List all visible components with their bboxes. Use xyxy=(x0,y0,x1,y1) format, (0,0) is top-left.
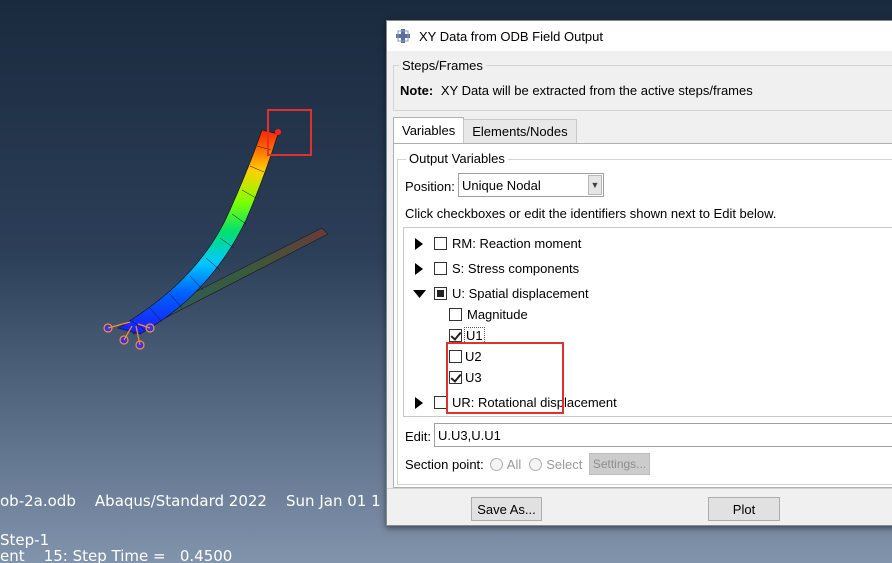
expand-arrow-icon[interactable] xyxy=(414,237,424,251)
section-point-label: Section point: xyxy=(405,456,484,472)
u-checkbox[interactable] xyxy=(434,287,447,300)
output-variables-label: Output Variables xyxy=(406,151,508,166)
u1-checkbox[interactable] xyxy=(449,329,462,342)
edit-field[interactable]: U.U3,U.U1 xyxy=(434,423,892,447)
magnitude-label: Magnitude xyxy=(467,307,528,322)
tree-row-s[interactable]: S: Stress components xyxy=(414,258,579,279)
position-combo[interactable]: Unique Nodal ▼ xyxy=(458,173,604,197)
xy-data-dialog: XY Data from ODB Field Output Steps/Fram… xyxy=(386,20,892,526)
note-text: XY Data will be extracted from the activ… xyxy=(440,83,753,98)
position-label: Position: xyxy=(405,179,455,194)
settings-button[interactable]: Settings... xyxy=(589,453,650,475)
position-value: Unique Nodal xyxy=(462,177,541,193)
plot-button[interactable]: Plot xyxy=(708,497,780,521)
rm-label: RM: Reaction moment xyxy=(452,236,582,251)
u-label: U: Spatial displacement xyxy=(452,286,589,301)
edit-label: Edit: xyxy=(405,429,432,444)
tree-row-magnitude[interactable]: Magnitude xyxy=(449,304,528,325)
tip-highlight-box xyxy=(267,109,312,156)
all-label: All xyxy=(506,456,522,472)
expand-arrow-icon[interactable] xyxy=(414,262,424,276)
increment-label: ent 15: Step Time = 0.4500 xyxy=(0,547,233,563)
rm-checkbox[interactable] xyxy=(434,237,447,250)
s-checkbox[interactable] xyxy=(434,262,447,275)
dialog-titlebar[interactable]: XY Data from ODB Field Output xyxy=(387,21,892,51)
expand-arrow-icon[interactable] xyxy=(414,396,424,410)
abaqus-cross-icon xyxy=(396,29,410,43)
radio-all[interactable] xyxy=(489,457,503,471)
deformed-beam xyxy=(117,129,279,335)
radio-select[interactable] xyxy=(529,457,543,471)
dialog-title: XY Data from ODB Field Output xyxy=(419,28,603,44)
footer-divider xyxy=(387,488,892,489)
note-label: Note: xyxy=(400,83,434,98)
tab-variables[interactable]: Variables xyxy=(393,117,465,143)
tab-bar: Variables Elements/Nodes xyxy=(393,117,577,143)
components-highlight-box xyxy=(446,342,564,414)
variables-tree[interactable]: RM: Reaction moment S: Stress components… xyxy=(403,227,892,417)
u1-label: U1 xyxy=(464,327,485,344)
collapse-arrow-icon[interactable] xyxy=(412,287,426,301)
steps-frames-note: Note: XY Data will be extracted from the… xyxy=(400,83,753,98)
select-label: Select xyxy=(546,456,583,472)
tree-row-u[interactable]: U: Spatial displacement xyxy=(412,283,589,304)
magnitude-checkbox[interactable] xyxy=(449,308,462,321)
instruction-text: Click checkboxes or edit the identifiers… xyxy=(405,206,777,221)
tab-elements-nodes[interactable]: Elements/Nodes xyxy=(463,119,577,143)
tree-row-rm[interactable]: RM: Reaction moment xyxy=(414,233,581,254)
save-as-button[interactable]: Save As... xyxy=(471,497,542,521)
odb-info-line: ob-2a.odb Abaqus/Standard 2022 Sun Jan 0… xyxy=(0,492,381,510)
s-label: S: Stress components xyxy=(452,261,580,276)
steps-frames-label: Steps/Frames xyxy=(399,58,486,73)
chevron-down-icon[interactable]: ▼ xyxy=(588,175,602,195)
section-point-row: Section point: All Select xyxy=(405,452,582,476)
